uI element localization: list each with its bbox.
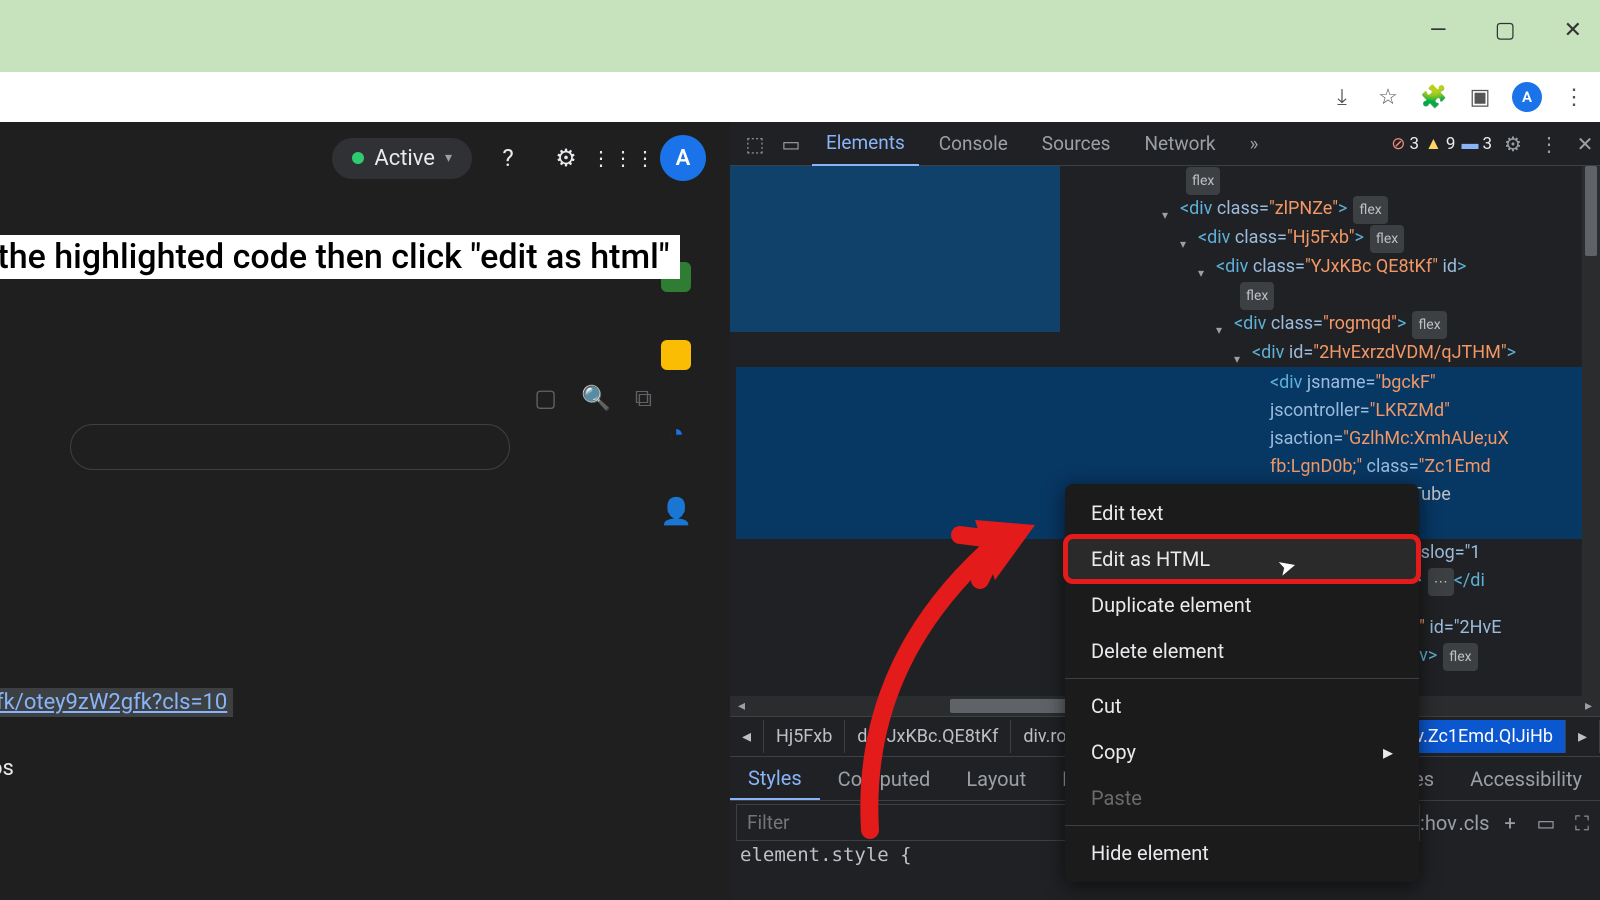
breadcrumb-item[interactable]: d .YJxKBc.QE8tKf (845, 720, 1011, 753)
cls-toggle[interactable]: .cls (1456, 811, 1492, 835)
hov-toggle[interactable]: :hov (1420, 811, 1456, 835)
apps-grid-icon[interactable]: ⋮⋮⋮ (602, 136, 646, 180)
side-icon-rail: ◔ 👤 (660, 262, 692, 527)
contacts-icon[interactable]: 👤 (660, 497, 692, 527)
inspect-icon[interactable]: ⬚ (740, 132, 770, 156)
subtab-computed[interactable]: Computed (820, 759, 949, 799)
devtools-tabbar: ⬚ ▭ Elements Console Sources Network » ⊘… (730, 122, 1600, 166)
status-label: Active (374, 146, 435, 171)
new-rule-icon[interactable]: + (1492, 811, 1528, 835)
menu-copy[interactable]: Copy▸ (1065, 729, 1419, 775)
help-icon[interactable]: ? (486, 136, 530, 180)
submenu-arrow-icon: ▸ (1383, 740, 1393, 764)
tab-elements[interactable]: Elements (812, 121, 919, 166)
breadcrumb-next[interactable]: ▸ (1566, 720, 1600, 753)
window-close[interactable]: ✕ (1564, 18, 1582, 43)
chevron-down-icon: ▾ (445, 150, 452, 166)
breadcrumb-prev[interactable]: ◂ (730, 720, 764, 753)
dom-node[interactable]: <div class="rogmqd">flex (736, 310, 1600, 339)
status-pill[interactable]: Active ▾ (332, 138, 472, 179)
error-count[interactable]: ⊘3 (1391, 134, 1419, 154)
camera-icon[interactable]: ▢ (534, 384, 557, 412)
extensions-icon[interactable]: 🧩 (1420, 83, 1448, 111)
context-menu: Edit text Edit as HTML Duplicate element… (1065, 484, 1419, 882)
dom-node[interactable]: <div class="YJxKBc QE8tKf" id> (736, 253, 1600, 281)
scroll-left-icon[interactable]: ◂ (732, 696, 751, 716)
menu-hide-element[interactable]: Hide element (1065, 830, 1419, 876)
tab-console[interactable]: Console (925, 122, 1022, 165)
sidepanel-icon[interactable]: ▣ (1466, 83, 1494, 111)
tab-network[interactable]: Network (1130, 122, 1229, 165)
menu-edit-as-html[interactable]: Edit as HTML (1065, 536, 1419, 582)
menu-cut[interactable]: Cut (1065, 683, 1419, 729)
breadcrumb-item-active[interactable]: v.Zc1Emd.QlJiHb (1403, 720, 1566, 753)
settings-gear-icon[interactable]: ⚙ (544, 136, 588, 180)
thumbnail-link[interactable]: fk/otey9zW2gfk?cls=10 (0, 688, 233, 717)
copy-icon[interactable]: ⧉ (635, 384, 652, 412)
subtab-styles[interactable]: Styles (730, 758, 820, 800)
dom-node[interactable]: <div class="zlPNZe">flex (736, 195, 1600, 224)
tab-sources[interactable]: Sources (1028, 122, 1125, 165)
devtools-settings-icon[interactable]: ⚙ (1498, 132, 1528, 156)
menu-edit-text[interactable]: Edit text (1065, 490, 1419, 536)
window-minimize[interactable]: — (1430, 18, 1447, 43)
menu-delete-element[interactable]: Delete element (1065, 628, 1419, 674)
box-model-icon[interactable]: ▭ (1528, 811, 1564, 835)
warning-count[interactable]: ▲9 (1425, 134, 1455, 154)
menu-duplicate-element[interactable]: Duplicate element (1065, 582, 1419, 628)
subtab-layout[interactable]: Layout (948, 759, 1044, 799)
menu-separator (1065, 825, 1419, 826)
devtools-close-icon[interactable]: ✕ (1570, 132, 1600, 156)
keep-icon[interactable] (661, 340, 691, 370)
tabs-overflow[interactable]: » (1236, 122, 1273, 165)
fullscreen-icon[interactable]: ⛶ (1564, 811, 1600, 835)
breadcrumb-item[interactable]: Hj5Fxb (764, 720, 845, 753)
dom-node[interactable]: <div id="2HvExrzdVDM/qJTHM"> (736, 339, 1600, 367)
css-rule-text[interactable]: element.style { (740, 844, 912, 866)
devtools-menu-icon[interactable]: ⋮ (1534, 132, 1564, 156)
instruction-overlay: n the highlighted code then click "edit … (0, 235, 680, 279)
scroll-thumb[interactable] (950, 699, 1080, 713)
vertical-scrollbar[interactable] (1582, 166, 1600, 696)
scroll-right-icon[interactable]: ▸ (1579, 696, 1598, 716)
subtab-accessibility[interactable]: Accessibility (1452, 759, 1600, 799)
browser-toolbar: ⤓ ☆ 🧩 ▣ A ⋮ (0, 72, 1600, 122)
bookmark-star-icon[interactable]: ☆ (1374, 83, 1402, 111)
profile-avatar[interactable]: A (1512, 82, 1542, 112)
window-maximize[interactable]: ▢ (1495, 18, 1516, 43)
tasks-icon[interactable]: ◔ (668, 418, 684, 449)
install-app-icon[interactable]: ⤓ (1328, 83, 1356, 111)
info-count[interactable]: ▬3 (1461, 134, 1492, 154)
status-dot-icon (352, 152, 364, 164)
dom-node[interactable]: <div class="Hj5Fxb">flex (736, 224, 1600, 253)
menu-separator (1065, 678, 1419, 679)
device-toggle-icon[interactable]: ▭ (776, 132, 806, 156)
account-avatar[interactable]: A (660, 135, 706, 181)
input-bubble[interactable] (70, 424, 510, 470)
flex-badge[interactable]: flex (1186, 167, 1220, 195)
search-icon[interactable]: 🔍 (581, 384, 611, 412)
chrome-menu-icon[interactable]: ⋮ (1560, 83, 1588, 111)
menu-paste: Paste (1065, 775, 1419, 821)
cropped-text-2: os (0, 756, 14, 781)
